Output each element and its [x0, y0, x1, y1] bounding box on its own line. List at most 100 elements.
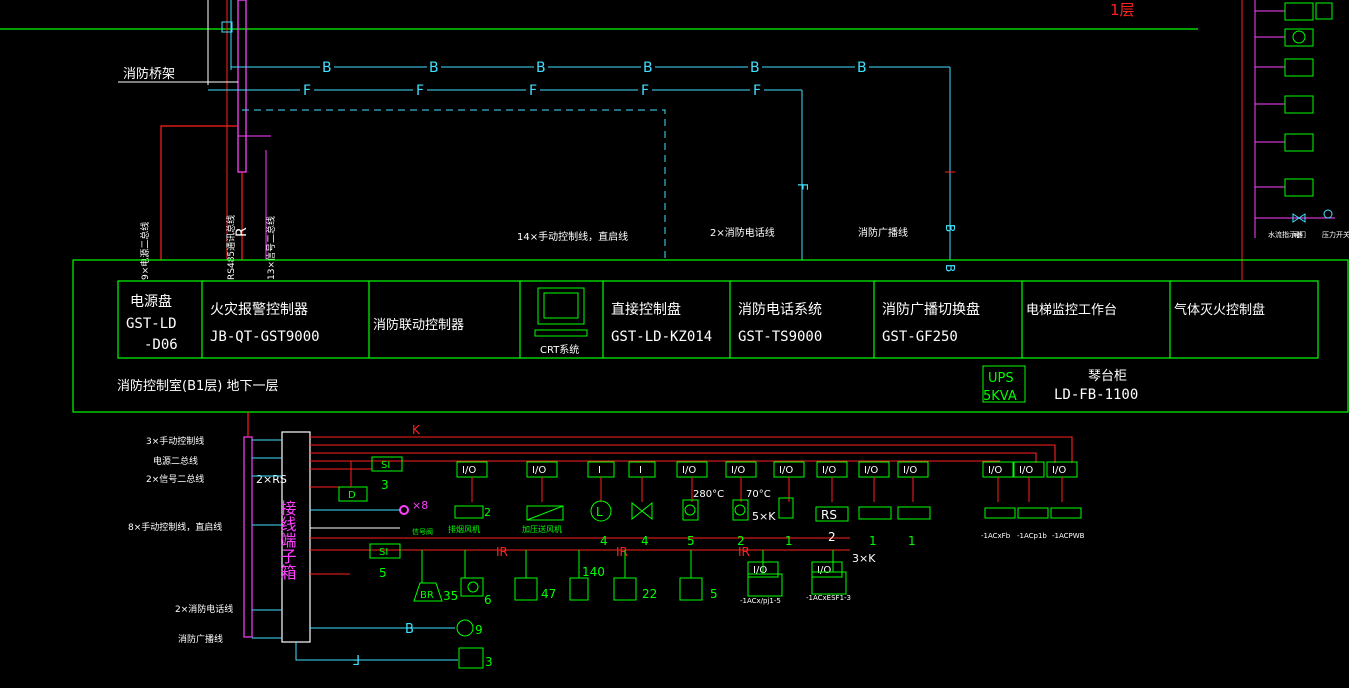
legend-icon-3	[1284, 95, 1314, 114]
ir-label-3: IR	[738, 545, 750, 559]
panel-model-1: JB-QT-GST9000	[210, 329, 320, 345]
f-tag-vertical: F	[794, 183, 809, 190]
panel-title-0: 电源盘	[130, 293, 172, 310]
panel-title-4: 直接控制盘	[611, 301, 681, 318]
terminal-box-label: 接线端子箱	[278, 500, 297, 580]
press-fan-label: 加压送风机	[522, 524, 562, 534]
k-label: K	[412, 423, 421, 437]
ap-label-2: -1ACxESF1-3	[806, 594, 851, 602]
panel-title-1: 火灾报警控制器	[210, 301, 308, 318]
smoke-fan-label: 排烟风机	[448, 524, 480, 534]
f-letter-3: F	[641, 83, 649, 99]
io-label-2: I	[598, 465, 601, 476]
temp-280: 280°C	[693, 489, 724, 500]
panel-title-5: 消防电话系统	[738, 302, 822, 318]
ups-line1: UPS	[988, 371, 1014, 386]
k3-label: 3×K	[852, 552, 876, 565]
io-label-7: I/O	[822, 465, 836, 476]
num-2b: 2	[828, 530, 836, 544]
num-47: 47	[541, 587, 556, 601]
num-5: 5	[687, 534, 695, 548]
panel-row	[117, 280, 1319, 359]
f-letter-0: F	[303, 83, 311, 99]
io-module-2	[587, 461, 615, 478]
f-letter-1: F	[416, 83, 424, 99]
num-4a: 4	[600, 534, 608, 548]
legend-icon-5	[1284, 178, 1314, 197]
panel-model2-0: -D06	[144, 337, 178, 353]
phone-icon	[458, 647, 484, 669]
io-label-9: I/O	[903, 465, 917, 476]
b-letter-2: B	[536, 60, 546, 76]
f-letter-4: F	[753, 83, 761, 99]
d-label: D	[348, 490, 356, 501]
num-35: 35	[443, 589, 458, 603]
count-two-a: 2	[484, 506, 491, 519]
fire-alarm-system-diagram: 1层 消防桥架 BBBBBB FFFFF F B B R 9×电源二总线 RS4…	[0, 0, 1349, 669]
fire-cable-bridge	[237, 0, 247, 173]
legend-icon-4	[1284, 133, 1314, 152]
panel-model-6: GST-GF250	[882, 329, 958, 345]
ap-label-3: -1ACxFb	[981, 532, 1011, 540]
x8-device-icon	[399, 505, 409, 515]
detector-row	[413, 550, 847, 602]
panel-title-2: 消防联动控制器	[373, 317, 464, 333]
left-label-rs: 2×RS	[256, 473, 287, 486]
br-label: BR	[420, 590, 434, 601]
broadcast-line-label: 消防广播线	[858, 226, 908, 239]
legend-pressure: 压力开关	[1322, 230, 1349, 239]
temp-70: 70°C	[746, 489, 771, 500]
num-1c: 1	[908, 534, 916, 548]
power-bus-label: 9×电源二总线	[139, 222, 151, 280]
ups-line2: 5KVA	[983, 389, 1017, 404]
io-label-12: I/O	[1052, 465, 1066, 476]
f-bus-letters: FFFFF	[300, 83, 764, 99]
io-label-8: I/O	[864, 465, 878, 476]
legend-pressure-icon	[1323, 209, 1333, 219]
speaker-b: B	[405, 622, 414, 637]
control-panels: 电源盘 GST-LD -D06 火灾报警控制器 JB-QT-GST9000 消防联动控制器…	[126, 281, 1265, 358]
left-label-3: 2×信号二总线	[146, 473, 204, 485]
manual-line-label: 14×手动控制线，直启线	[517, 230, 628, 243]
num-22: 22	[642, 587, 657, 601]
left-label-2: 电源二总线	[153, 455, 198, 467]
num-9: 9	[475, 623, 483, 637]
console-title: 琴台柜	[1088, 369, 1127, 384]
si-label-2: SI	[379, 547, 388, 558]
panel-title-7: 电梯监控工作台	[1026, 303, 1117, 318]
panel-title-6: 消防广播切换盘	[882, 301, 980, 318]
legend-icon-0	[1284, 2, 1314, 21]
speaker-icon	[456, 619, 474, 637]
b-letter-0: B	[322, 60, 332, 76]
si-count-1: 3	[381, 478, 389, 492]
b-bus-letters: BBBBBB	[320, 60, 869, 76]
legend-icon-2	[1284, 58, 1314, 77]
phone-line-label: 2×消防电话线	[710, 226, 775, 239]
ap-label-1: -1ACx/pj1-5	[740, 597, 781, 605]
io-label-10: I/O	[988, 465, 1002, 476]
num-140: 140	[582, 565, 605, 579]
valve-label: 信号阀	[412, 527, 433, 536]
left-label-1: 3×手动控制线	[146, 435, 204, 447]
num-1b: 1	[869, 534, 877, 548]
lower-bridge	[243, 436, 253, 638]
k5-label: 5×K	[752, 510, 776, 523]
legend-icons	[1255, 2, 1335, 223]
ap-label-5: -1ACPWB	[1052, 532, 1085, 540]
num-6: 6	[484, 593, 492, 607]
num-5b: 5	[710, 587, 718, 601]
phone-line	[295, 642, 458, 661]
si-label-1: SI	[381, 460, 390, 471]
io-label-11: I/O	[1019, 465, 1033, 476]
b-letter-4: B	[750, 60, 760, 76]
panel-model-5: GST-TS9000	[738, 329, 822, 345]
crt-monitor-icon	[534, 287, 588, 337]
rs-box-label: RS	[821, 508, 837, 522]
panel-model-4: GST-LD-KZ014	[611, 329, 712, 345]
legend-gate: 闸门	[1292, 230, 1306, 239]
si-count-2: 5	[379, 566, 387, 580]
ir-label-2: IR	[616, 545, 628, 559]
io-label-6: I/O	[779, 465, 793, 476]
io-label-14: I/O	[817, 565, 831, 576]
console-model: LD-FB-1100	[1054, 387, 1138, 403]
